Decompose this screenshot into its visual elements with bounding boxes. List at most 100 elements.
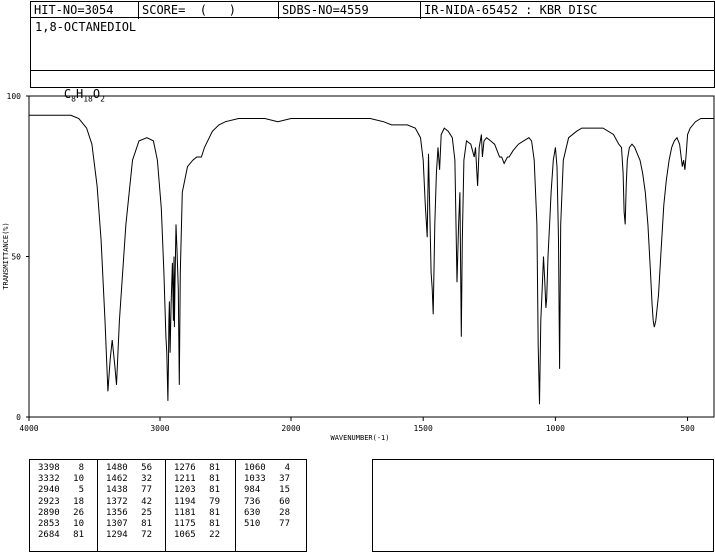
peak-transmittance: 37 xyxy=(279,474,290,485)
peak-transmittance: 81 xyxy=(209,474,220,485)
x-axis-label: WAVENUMBER(-1) xyxy=(330,434,389,442)
peak-wavenumber: 1307 xyxy=(106,519,128,530)
peak-row: 1438 77 xyxy=(106,485,152,496)
peak-row: 1462 32 xyxy=(106,474,152,485)
peak-transmittance: 10 xyxy=(73,519,84,530)
peak-table-divider-3 xyxy=(235,460,236,551)
peak-wavenumber: 1356 xyxy=(106,507,128,518)
peak-column-4: 1060 4 1033 37 984 15 736 60 630 28 510 77 xyxy=(244,463,290,530)
peak-column-3: 1276 81 1211 81 1203 81 1194 79 1181 81 1175 81 1065… xyxy=(174,463,220,541)
peak-wavenumber: 736 xyxy=(244,496,261,507)
peak-row: 2923 18 xyxy=(38,497,84,508)
peak-wavenumber: 1175 xyxy=(174,519,196,530)
peak-row: 2940 5 xyxy=(38,485,84,496)
peak-row: 3398 8 xyxy=(38,463,84,474)
peak-row: 3332 10 xyxy=(38,474,84,485)
ir-spectrum-chart: 0 50 100 4000 3000 2000 1500 1000 500 WAVENUMBE… xyxy=(2,92,715,442)
peak-wavenumber: 1194 xyxy=(174,496,196,507)
x-tick-label: 2000 xyxy=(281,424,300,433)
peak-wavenumber: 3398 xyxy=(38,463,60,473)
peak-table-divider-1 xyxy=(97,460,98,551)
peak-wavenumber: 1181 xyxy=(174,507,196,518)
peak-transmittance: 56 xyxy=(141,463,152,473)
peak-transmittance: 81 xyxy=(209,507,220,518)
peak-table-divider-2 xyxy=(165,460,166,551)
peak-wavenumber: 1203 xyxy=(174,485,196,496)
peak-wavenumber: 984 xyxy=(244,485,261,496)
peak-transmittance: 77 xyxy=(279,519,290,530)
peak-transmittance: 8 xyxy=(78,463,84,473)
peak-wavenumber: 510 xyxy=(244,519,261,530)
peak-row: 984 15 xyxy=(244,485,290,496)
peak-row: 1480 56 xyxy=(106,463,152,474)
peak-wavenumber: 2890 xyxy=(38,507,60,518)
peak-row: 1211 81 xyxy=(174,474,220,485)
peak-transmittance: 25 xyxy=(141,507,152,518)
peak-row: 1276 81 xyxy=(174,463,220,474)
peak-row: 1060 4 xyxy=(244,463,290,474)
peak-transmittance: 81 xyxy=(141,519,152,530)
peak-transmittance: 81 xyxy=(209,519,220,530)
peak-row: 1356 25 xyxy=(106,508,152,519)
x-tick-label: 500 xyxy=(680,424,695,433)
peak-wavenumber: 1462 xyxy=(106,474,128,485)
peak-transmittance: 32 xyxy=(141,474,152,485)
peak-table: 3398 8 3332 10 2940 5 2923 18 2890 26 2853 10 2684 81… xyxy=(29,459,307,552)
peak-transmittance: 28 xyxy=(279,507,290,518)
y-tick-label: 50 xyxy=(11,253,21,262)
y-axis-label: TRANSMITTANCE(%) xyxy=(2,222,10,289)
x-tick-label: 3000 xyxy=(150,424,169,433)
spectrum-line xyxy=(29,114,714,405)
x-tick-label: 1500 xyxy=(414,424,433,433)
peak-transmittance: 26 xyxy=(73,507,84,518)
peak-wavenumber: 2853 xyxy=(38,519,60,530)
peak-wavenumber: 1294 xyxy=(106,530,128,541)
plot-frame xyxy=(28,95,715,418)
x-axis-ticks: 4000 3000 2000 1500 1000 500 xyxy=(19,417,695,433)
x-tick-label: 1000 xyxy=(546,424,565,433)
peak-row: 1181 81 xyxy=(174,508,220,519)
peak-row: 1294 72 xyxy=(106,530,152,541)
peak-row: 1194 79 xyxy=(174,497,220,508)
peak-column-2: 1480 56 1462 32 1438 77 1372 42 1356 25 1307 81 1294… xyxy=(106,463,152,541)
peak-transmittance: 81 xyxy=(209,485,220,496)
peak-wavenumber: 1372 xyxy=(106,496,128,507)
peak-wavenumber: 1211 xyxy=(174,474,196,485)
y-tick-label: 0 xyxy=(16,413,21,422)
peak-transmittance: 18 xyxy=(73,496,84,507)
peak-transmittance: 81 xyxy=(209,463,220,473)
peak-wavenumber: 2940 xyxy=(38,485,60,496)
x-tick-label: 4000 xyxy=(19,424,38,433)
peak-row: 2853 10 xyxy=(38,519,84,530)
peak-transmittance: 72 xyxy=(141,530,152,541)
peak-transmittance: 10 xyxy=(73,474,84,485)
peak-transmittance: 42 xyxy=(141,496,152,507)
peak-wavenumber: 1060 xyxy=(244,463,266,473)
peak-row: 1372 42 xyxy=(106,497,152,508)
peak-transmittance: 77 xyxy=(141,485,152,496)
peak-row: 630 28 xyxy=(244,508,290,519)
peak-wavenumber: 2684 xyxy=(38,530,60,541)
peak-row: 510 77 xyxy=(244,519,290,530)
peak-transmittance: 5 xyxy=(78,485,84,496)
y-tick-label: 100 xyxy=(7,92,22,101)
peak-wavenumber: 1276 xyxy=(174,463,196,473)
peak-wavenumber: 1065 xyxy=(174,530,196,541)
peak-wavenumber: 1480 xyxy=(106,463,128,473)
peak-wavenumber: 630 xyxy=(244,507,261,518)
peak-row: 2684 81 xyxy=(38,530,84,541)
peak-transmittance: 79 xyxy=(209,496,220,507)
peak-row: 1065 22 xyxy=(174,530,220,541)
peak-transmittance: 22 xyxy=(209,530,220,541)
peak-transmittance: 4 xyxy=(284,463,290,473)
peak-row: 2890 26 xyxy=(38,508,84,519)
peak-wavenumber: 2923 xyxy=(38,496,60,507)
peak-wavenumber: 3332 xyxy=(38,474,60,485)
peak-row: 1175 81 xyxy=(174,519,220,530)
peak-transmittance: 81 xyxy=(73,530,84,541)
peak-column-1: 3398 8 3332 10 2940 5 2923 18 2890 26 2853 10 2684 81 xyxy=(38,463,84,541)
peak-row: 736 60 xyxy=(244,497,290,508)
peak-transmittance: 15 xyxy=(279,485,290,496)
peak-wavenumber: 1033 xyxy=(244,474,266,485)
peak-row: 1033 37 xyxy=(244,474,290,485)
